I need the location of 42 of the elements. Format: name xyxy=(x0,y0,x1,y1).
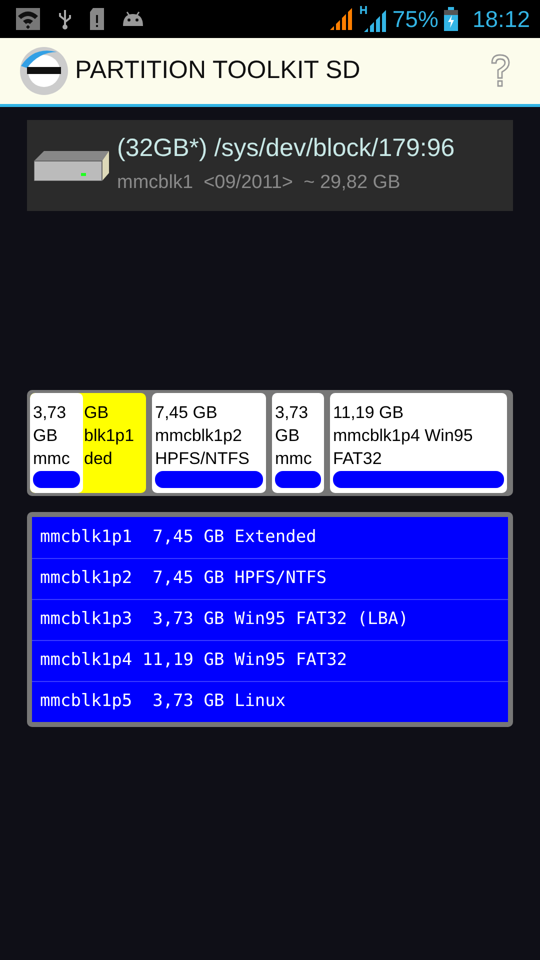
usb-icon xyxy=(58,8,72,30)
mobile-data-icon xyxy=(360,6,386,32)
sd-card-icon xyxy=(90,8,104,30)
partition-label: HPFS/NTFS xyxy=(155,448,250,470)
partition-label: mmc xyxy=(33,448,71,470)
partition-row[interactable]: mmcblk1p3 3,73 GB Win95 FAT32 (LBA) xyxy=(32,599,508,640)
partition-label: 11,19 GB xyxy=(333,402,405,424)
battery-percent: 75% xyxy=(392,4,438,34)
usage-bar xyxy=(275,471,321,488)
extended-partition-block[interactable]: 3,73 GB mmc GB blk1p1 ded xyxy=(30,393,146,493)
device-card[interactable]: (32GB*) /sys/dev/block/179:96 mmcblk1 <09/2011> ~ 29,82 GB xyxy=(27,120,513,211)
partition-block[interactable]: 11,19 GB mmcblk1p4 Win95 FAT32 xyxy=(330,393,507,493)
partition-block[interactable]: 3,73 GB mmc xyxy=(272,393,324,493)
partition-label: 3,73 xyxy=(275,402,310,424)
partition-label: mmcblk1p4 Win95 xyxy=(333,425,474,447)
partition-label: mmcblk1p2 xyxy=(155,425,243,447)
clock: 18:12 xyxy=(472,4,530,34)
partition-label: 3,73 xyxy=(33,402,68,424)
partition-row[interactable]: mmcblk1p2 7,45 GB HPFS/NTFS xyxy=(32,558,508,599)
partition-block[interactable]: 7,45 GB mmcblk1p2 HPFS/NTFS xyxy=(152,393,266,493)
battery-charging-icon xyxy=(444,7,458,31)
wifi-icon xyxy=(16,8,40,30)
partition-label: ded xyxy=(84,448,114,470)
partition-label: blk1p1 xyxy=(84,425,134,447)
hard-drive-icon xyxy=(34,150,110,180)
partition-row[interactable]: mmcblk1p5 3,73 GB Linux xyxy=(32,681,508,722)
partition-label: FAT32 xyxy=(333,448,383,470)
partition-label: mmc xyxy=(275,448,313,470)
partition-row[interactable]: mmcblk1p4 11,19 GB Win95 FAT32 xyxy=(32,640,508,681)
partition-label: GB xyxy=(84,402,110,424)
app-logo-icon xyxy=(19,46,69,96)
partition-label: GB xyxy=(33,425,59,447)
device-info: mmcblk1 <09/2011> ~ 29,82 GB xyxy=(117,171,402,196)
app-title: PARTITION TOOLKIT SD xyxy=(75,55,362,86)
android-icon xyxy=(122,11,144,27)
usage-bar xyxy=(33,471,80,488)
partition-block[interactable]: 3,73 GB mmc xyxy=(30,393,83,493)
partition-label: 7,45 GB xyxy=(155,402,218,424)
partition-row[interactable]: mmcblk1p1 7,45 GB Extended xyxy=(32,517,508,558)
device-path: (32GB*) /sys/dev/block/179:96 xyxy=(117,133,455,164)
signal-icon xyxy=(330,8,354,30)
partition-label: GB xyxy=(275,425,301,447)
